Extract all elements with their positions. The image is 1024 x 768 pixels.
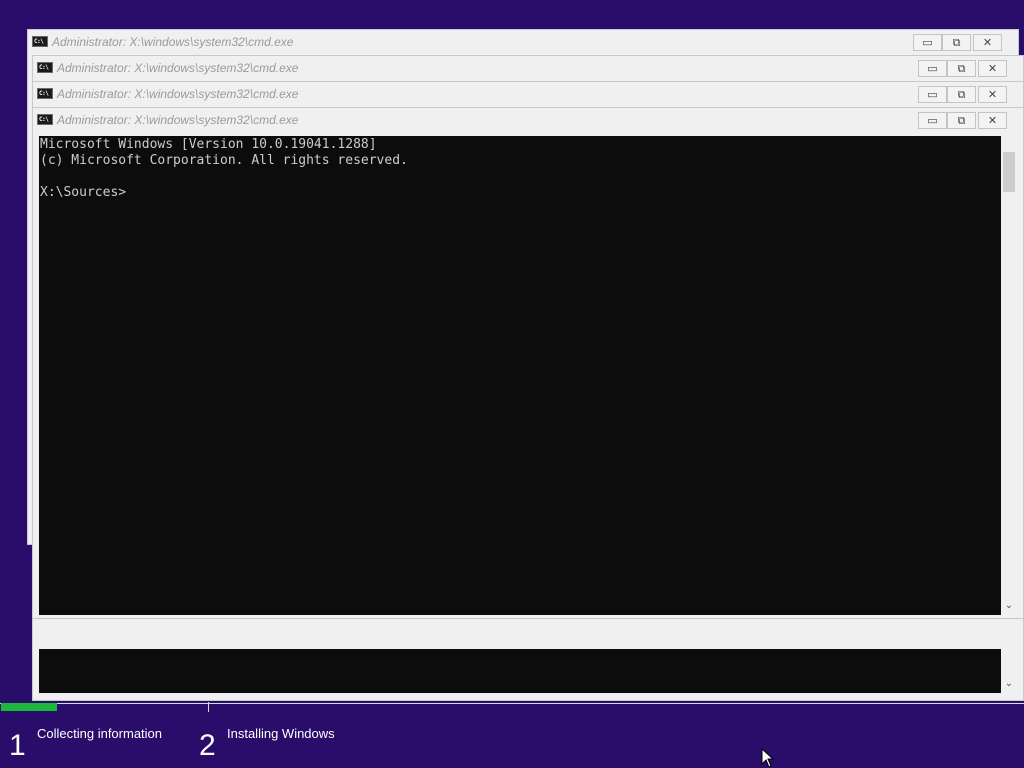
window-title: Administrator: X:\windows\system32\cmd.e… (52, 35, 294, 49)
restore-button[interactable]: ⧉ (947, 60, 976, 77)
restore-button[interactable]: ⧉ (947, 86, 976, 103)
close-button[interactable]: ✕ (978, 86, 1007, 103)
scrollbar[interactable]: ⌄ (1001, 649, 1017, 693)
console-output[interactable]: Microsoft Windows [Version 10.0.19041.12… (39, 136, 1001, 615)
step-1-number: 1 (9, 729, 26, 762)
scroll-down-arrow-icon[interactable]: ⌄ (1001, 677, 1017, 691)
title-bar[interactable]: C:\ Administrator: X:\windows\system32\c… (33, 82, 1023, 108)
minimize-button[interactable]: ▭ (918, 86, 947, 103)
mouse-cursor-icon (761, 748, 775, 768)
step-divider (208, 702, 209, 712)
command-prompt: X:\Sources> (40, 185, 127, 200)
minimize-button[interactable]: ▭ (913, 34, 942, 51)
title-bar[interactable]: C:\ Administrator: X:\windows\system32\c… (28, 30, 1018, 56)
cmd-icon: C:\ (32, 36, 48, 47)
step-2-label: Installing Windows (227, 726, 335, 741)
scrollbar-thumb[interactable] (1003, 152, 1015, 192)
title-bar[interactable]: C:\ Administrator: X:\windows\system32\c… (33, 108, 1023, 134)
scroll-down-arrow-icon[interactable]: ⌄ (1001, 599, 1017, 613)
window-title: Administrator: X:\windows\system32\cmd.e… (57, 87, 299, 101)
minimize-button[interactable]: ▭ (918, 112, 947, 129)
cmd-icon: C:\ (37, 62, 53, 73)
close-button[interactable]: ✕ (973, 34, 1002, 51)
cmd-icon: C:\ (37, 114, 53, 125)
scrollbar[interactable]: ⌄ (1001, 136, 1017, 615)
step-1-label: Collecting information (37, 726, 163, 741)
cmd-window-active[interactable]: C:\ Administrator: X:\windows\system32\c… (32, 107, 1024, 619)
restore-button[interactable]: ⧉ (942, 34, 971, 51)
minimize-button[interactable]: ▭ (918, 60, 947, 77)
console-area[interactable] (39, 649, 1001, 693)
title-bar[interactable]: C:\ Administrator: X:\windows\system32\c… (33, 56, 1023, 82)
window-title: Administrator: X:\windows\system32\cmd.e… (57, 113, 299, 127)
window-title: Administrator: X:\windows\system32\cmd.e… (57, 61, 299, 75)
console-line: (c) Microsoft Corporation. All rights re… (40, 153, 408, 168)
console-line: Microsoft Windows [Version 10.0.19041.12… (40, 137, 377, 152)
step-2-number: 2 (199, 729, 216, 762)
close-button[interactable]: ✕ (978, 112, 1007, 129)
restore-button[interactable]: ⧉ (947, 112, 976, 129)
cmd-icon: C:\ (37, 88, 53, 99)
setup-progress-fill (1, 703, 57, 711)
close-button[interactable]: ✕ (978, 60, 1007, 77)
setup-progress-track (0, 703, 1024, 712)
